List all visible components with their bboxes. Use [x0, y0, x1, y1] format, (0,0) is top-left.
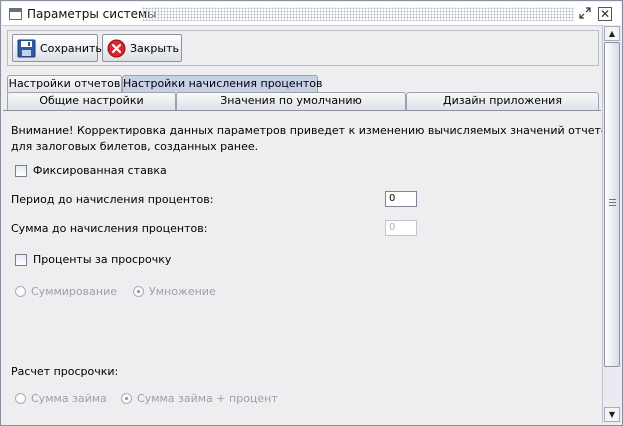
tab-general-settings[interactable]: Общие настройки — [7, 92, 176, 110]
warning-line-2: для залоговых билетов, созданных ранее. — [11, 140, 259, 153]
floppy-disk-icon — [17, 39, 36, 57]
save-button[interactable]: Сохранить — [12, 34, 102, 62]
title-bar: Параметры системы ✕ — [2, 2, 621, 26]
grip-icon — [609, 199, 616, 206]
toolbar: Сохранить Закрыть — [7, 30, 599, 66]
fixed-rate-checkbox[interactable] — [15, 165, 27, 177]
scrollbar-thumb[interactable] — [604, 42, 620, 367]
warning-line-1: Внимание! Корректировка данных параметро… — [11, 124, 615, 137]
loan-sum-radio[interactable] — [15, 393, 26, 404]
window-title: Параметры системы — [27, 7, 157, 21]
fixed-rate-label: Фиксированная ставка — [33, 164, 167, 177]
overdue-calc-label: Расчет просрочки: — [11, 365, 119, 378]
multiplication-radio[interactable] — [133, 286, 144, 297]
tab-interest-settings[interactable]: Настройки начисления процентов — [122, 75, 322, 93]
close-window-button[interactable]: ✕ — [598, 7, 612, 21]
save-button-label: Сохранить — [40, 41, 102, 55]
vertical-scrollbar[interactable]: ▲ ▼ — [602, 25, 621, 423]
tab-default-values[interactable]: Значения по умолчанию — [176, 92, 406, 110]
loan-sum-plus-interest-label: Сумма займа + процент — [137, 392, 278, 405]
summation-label: Суммирование — [31, 285, 117, 298]
period-label: Период до начисления процентов: — [11, 193, 214, 206]
sum-label: Сумма до начисления процентов: — [11, 222, 208, 235]
loan-sum-label: Сумма займа — [31, 392, 107, 405]
restore-arrows-icon — [579, 7, 591, 19]
scroll-up-arrow-icon[interactable]: ▲ — [604, 26, 620, 41]
close-button-label: Закрыть — [130, 41, 179, 55]
overdue-interest-checkbox[interactable] — [15, 254, 27, 266]
period-input[interactable]: 0 — [385, 191, 417, 207]
interest-settings-panel: Внимание! Корректировка данных параметро… — [3, 110, 615, 422]
warning-text: Внимание! Корректировка данных параметро… — [11, 123, 615, 155]
close-button[interactable]: Закрыть — [102, 34, 182, 62]
multiplication-label: Умножение — [149, 285, 216, 298]
tab-app-design[interactable]: Дизайн приложения — [406, 92, 599, 110]
close-circle-icon — [107, 39, 126, 57]
overdue-interest-label: Проценты за просрочку — [33, 253, 172, 266]
title-bar-texture — [142, 7, 574, 21]
restore-window-icon[interactable] — [577, 6, 593, 22]
summation-radio[interactable] — [15, 286, 26, 297]
tab-report-settings[interactable]: Настройки отчетов — [7, 75, 122, 93]
settings-window: Параметры системы ✕ Сохранить Закрыть На… — [0, 0, 623, 426]
loan-sum-plus-interest-radio[interactable] — [121, 393, 132, 404]
scroll-down-arrow-icon[interactable]: ▼ — [604, 407, 620, 422]
sum-input[interactable]: 0 — [385, 220, 417, 236]
window-icon — [9, 8, 22, 20]
